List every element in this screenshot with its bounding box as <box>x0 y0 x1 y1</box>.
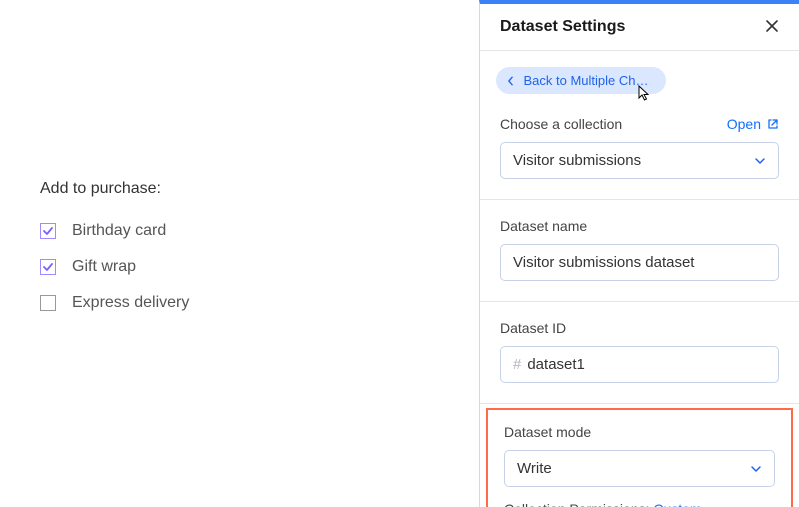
checkbox-option[interactable]: Birthday card <box>40 222 439 240</box>
checkbox-option[interactable]: Gift wrap <box>40 258 439 276</box>
close-button[interactable] <box>765 18 779 36</box>
panel-header: Dataset Settings <box>480 4 799 51</box>
external-link-icon <box>767 118 779 130</box>
chevron-left-icon <box>506 76 516 86</box>
checkbox-label: Gift wrap <box>72 258 136 276</box>
open-link-text: Open <box>727 116 761 132</box>
back-label: Back to Multiple Choi… <box>524 73 652 88</box>
dataset-id-input[interactable] <box>527 356 766 373</box>
section-collection: Choose a collection Open Visitor submiss… <box>480 94 799 200</box>
cursor-icon <box>636 85 652 108</box>
dataset-id-label: Dataset ID <box>500 320 779 336</box>
checkbox-group-title: Add to purchase: <box>40 180 439 198</box>
checkbox-unchecked-icon <box>40 295 56 311</box>
checkbox-label: Birthday card <box>72 222 166 240</box>
section-dataset-name: Dataset name <box>480 200 799 302</box>
section-dataset-mode: Dataset mode Write Collection Permission… <box>486 408 793 507</box>
collection-select[interactable]: Visitor submissions <box>500 142 779 179</box>
permissions-row: Collection Permissions: Custom <box>504 501 775 507</box>
panel-title: Dataset Settings <box>500 18 625 36</box>
checkbox-checked-icon <box>40 259 56 275</box>
chevron-down-icon <box>754 155 766 167</box>
field-label-row: Choose a collection Open <box>500 116 779 132</box>
dataset-name-label: Dataset name <box>500 218 779 234</box>
checkbox-label: Express delivery <box>72 294 189 312</box>
collection-value: Visitor submissions <box>513 152 641 169</box>
checkbox-option[interactable]: Express delivery <box>40 294 439 312</box>
permissions-label: Collection Permissions: <box>504 501 650 507</box>
collection-label: Choose a collection <box>500 116 622 132</box>
open-collection-link[interactable]: Open <box>727 116 779 132</box>
checkbox-checked-icon <box>40 223 56 239</box>
hash-prefix: # <box>513 356 521 373</box>
permissions-link[interactable]: Custom <box>653 501 701 507</box>
settings-panel: Dataset Settings Back to Multiple Choi… … <box>479 0 799 507</box>
canvas-content: Add to purchase: Birthday card Gift wrap… <box>0 0 479 507</box>
dataset-name-input[interactable] <box>500 244 779 281</box>
dataset-mode-label: Dataset mode <box>504 424 775 440</box>
section-dataset-id: Dataset ID # <box>480 302 799 404</box>
dataset-mode-select[interactable]: Write <box>504 450 775 487</box>
dataset-id-input-wrap[interactable]: # <box>500 346 779 383</box>
panel-body: Back to Multiple Choi… Choose a collecti… <box>480 51 799 507</box>
dataset-mode-value: Write <box>517 460 552 477</box>
chevron-down-icon <box>750 463 762 475</box>
